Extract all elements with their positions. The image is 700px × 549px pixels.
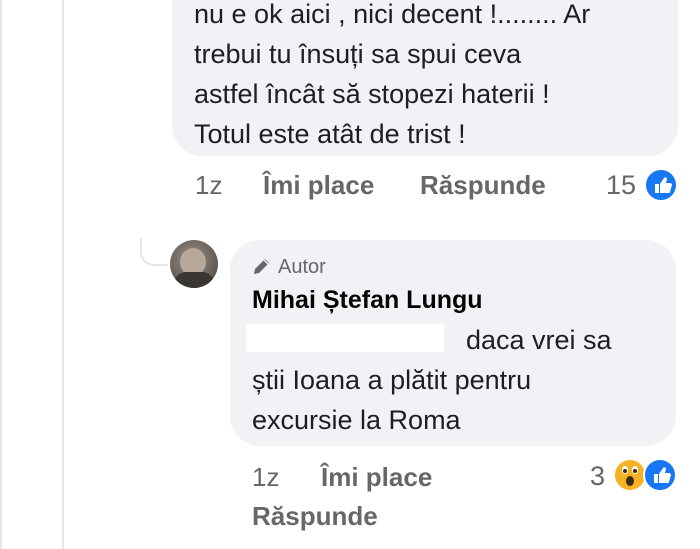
reaction-count[interactable]: 3 bbox=[590, 459, 605, 493]
reply-text-line: daca vrei sa bbox=[466, 325, 612, 355]
comment-timestamp[interactable]: 1z bbox=[195, 168, 222, 202]
like-icon[interactable] bbox=[643, 458, 677, 492]
comment-bubble: nu e ok aici , nici decent !........ Ar … bbox=[172, 0, 678, 156]
comment-text-line: nu e ok aici , nici decent !........ Ar bbox=[194, 0, 591, 29]
thread-line bbox=[62, 0, 64, 549]
reply-button[interactable]: Răspunde bbox=[252, 499, 378, 533]
comment-text-line: astfel încât să stopezi haterii ! bbox=[194, 79, 550, 109]
reply-timestamp[interactable]: 1z bbox=[252, 460, 279, 494]
wow-icon[interactable] bbox=[613, 458, 647, 492]
author-badge-label: Autor bbox=[278, 256, 326, 278]
reply-text-line: excursie la Roma bbox=[252, 405, 461, 435]
like-button[interactable]: Îmi place bbox=[263, 168, 374, 202]
reply-button[interactable]: Răspunde bbox=[420, 168, 546, 202]
avatar[interactable] bbox=[170, 240, 218, 288]
author-name[interactable]: Mihai Ștefan Lungu bbox=[252, 284, 483, 316]
thread-line bbox=[0, 0, 2, 549]
reply-bubble: Autor Mihai Ștefan Lungu daca vrei sa șt… bbox=[230, 240, 676, 446]
comment-text: nu e ok aici , nici decent !........ Ar … bbox=[194, 0, 664, 154]
reply-text-line: știi Ioana a plătit pentru bbox=[252, 365, 532, 395]
author-badge: Autor bbox=[252, 254, 326, 280]
comment-actions: 1z Îmi place Răspunde 15 bbox=[0, 168, 700, 204]
pencil-icon bbox=[254, 259, 269, 274]
reply-connector bbox=[140, 238, 168, 266]
comment-text-line: trebui tu însuți sa spui ceva bbox=[194, 39, 522, 69]
like-button[interactable]: Îmi place bbox=[321, 460, 432, 494]
like-icon[interactable] bbox=[644, 168, 678, 202]
reply-text: daca vrei sa știi Ioana a plătit pentru … bbox=[252, 320, 662, 440]
reaction-count[interactable]: 15 bbox=[606, 168, 636, 202]
comment-text-line: Totul este atât de trist ! bbox=[194, 119, 466, 149]
